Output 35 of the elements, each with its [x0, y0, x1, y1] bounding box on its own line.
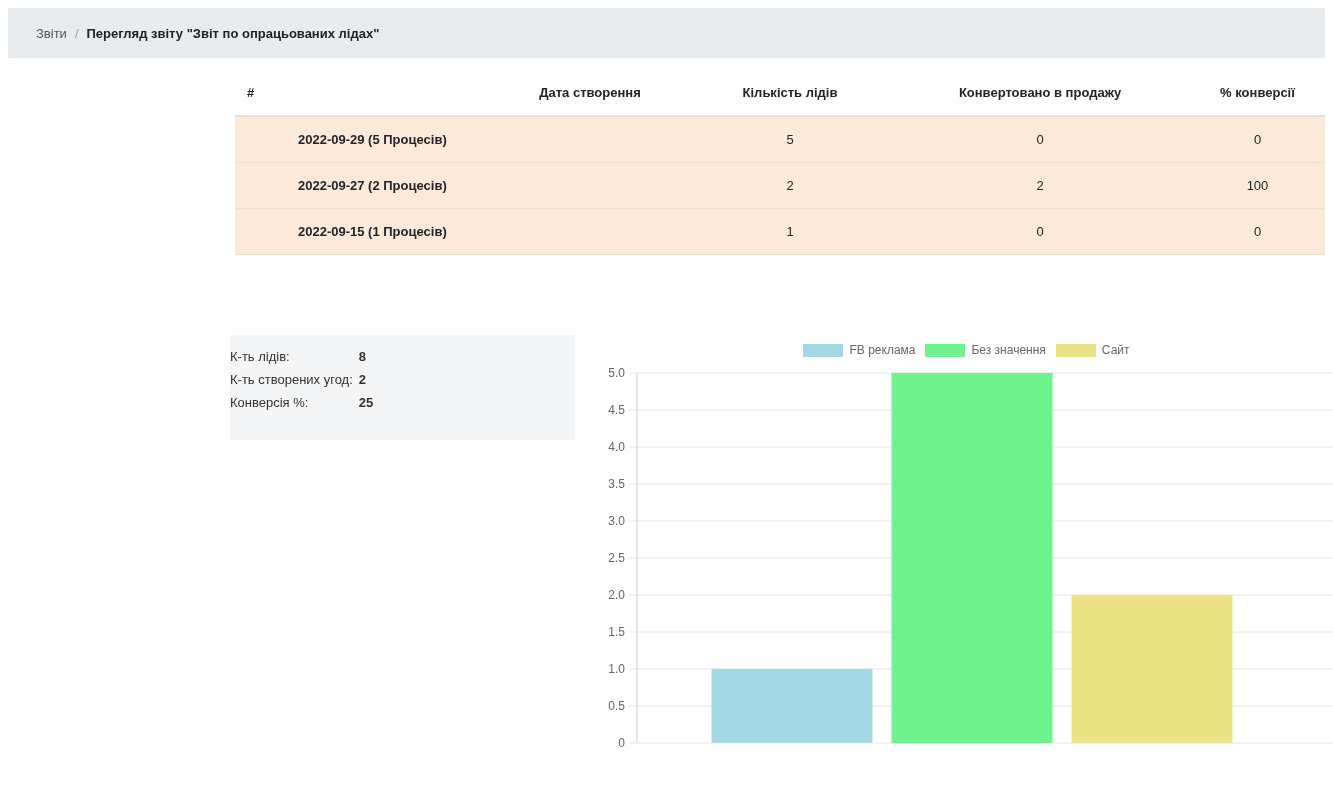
table-cell: 2022-09-15 (1 Процесів) — [235, 209, 690, 255]
summary-value: 8 — [357, 349, 368, 366]
breadcrumb-link[interactable]: Звіти — [36, 25, 67, 41]
y-tick-label: 4.5 — [608, 403, 625, 417]
y-tick-label: 2.5 — [608, 551, 625, 565]
summary-label: Конверсія %: — [230, 395, 310, 412]
summary-label: К-ть створених угод: — [230, 372, 353, 389]
y-tick-label: 5.0 — [608, 366, 625, 380]
table-cell: 0 — [1190, 117, 1325, 163]
y-tick-label: 4.0 — [608, 440, 625, 454]
table-cell: 2 — [890, 163, 1190, 209]
y-tick-label: 3.0 — [608, 514, 625, 528]
summary-label: К-ть лідів: — [230, 349, 291, 366]
y-tick-label: 2.0 — [608, 588, 625, 602]
breadcrumb-separator: / — [74, 25, 79, 41]
legend-label: Без значення — [971, 343, 1046, 357]
legend-label: Сайт — [1101, 343, 1130, 357]
table-cell: 0 — [890, 209, 1190, 255]
summary-value: 2 — [357, 372, 368, 389]
table-cell: 5 — [690, 117, 890, 163]
y-tick-label: 3.5 — [608, 477, 625, 491]
y-tick-label: 0 — [618, 736, 625, 750]
y-tick-label: 0.5 — [608, 699, 625, 713]
y-tick-label: 1.5 — [608, 625, 625, 639]
summary-value: 25 — [357, 395, 375, 412]
table-cell: 0 — [890, 117, 1190, 163]
legend-label: FB реклама — [849, 343, 916, 357]
table-cell: 2 — [690, 163, 890, 209]
table-cell: 100 — [1190, 163, 1325, 209]
table-cell: 1 — [690, 209, 890, 255]
table-cell: 0 — [1190, 209, 1325, 255]
table-cell: 2022-09-27 (2 Процесів) — [235, 163, 690, 209]
y-tick-label: 1.0 — [608, 662, 625, 676]
table-cell: 2022-09-29 (5 Процесів) — [235, 117, 690, 163]
page-title: Перегляд звіту "Звіт по опрацьованих лідах" — [86, 25, 380, 41]
